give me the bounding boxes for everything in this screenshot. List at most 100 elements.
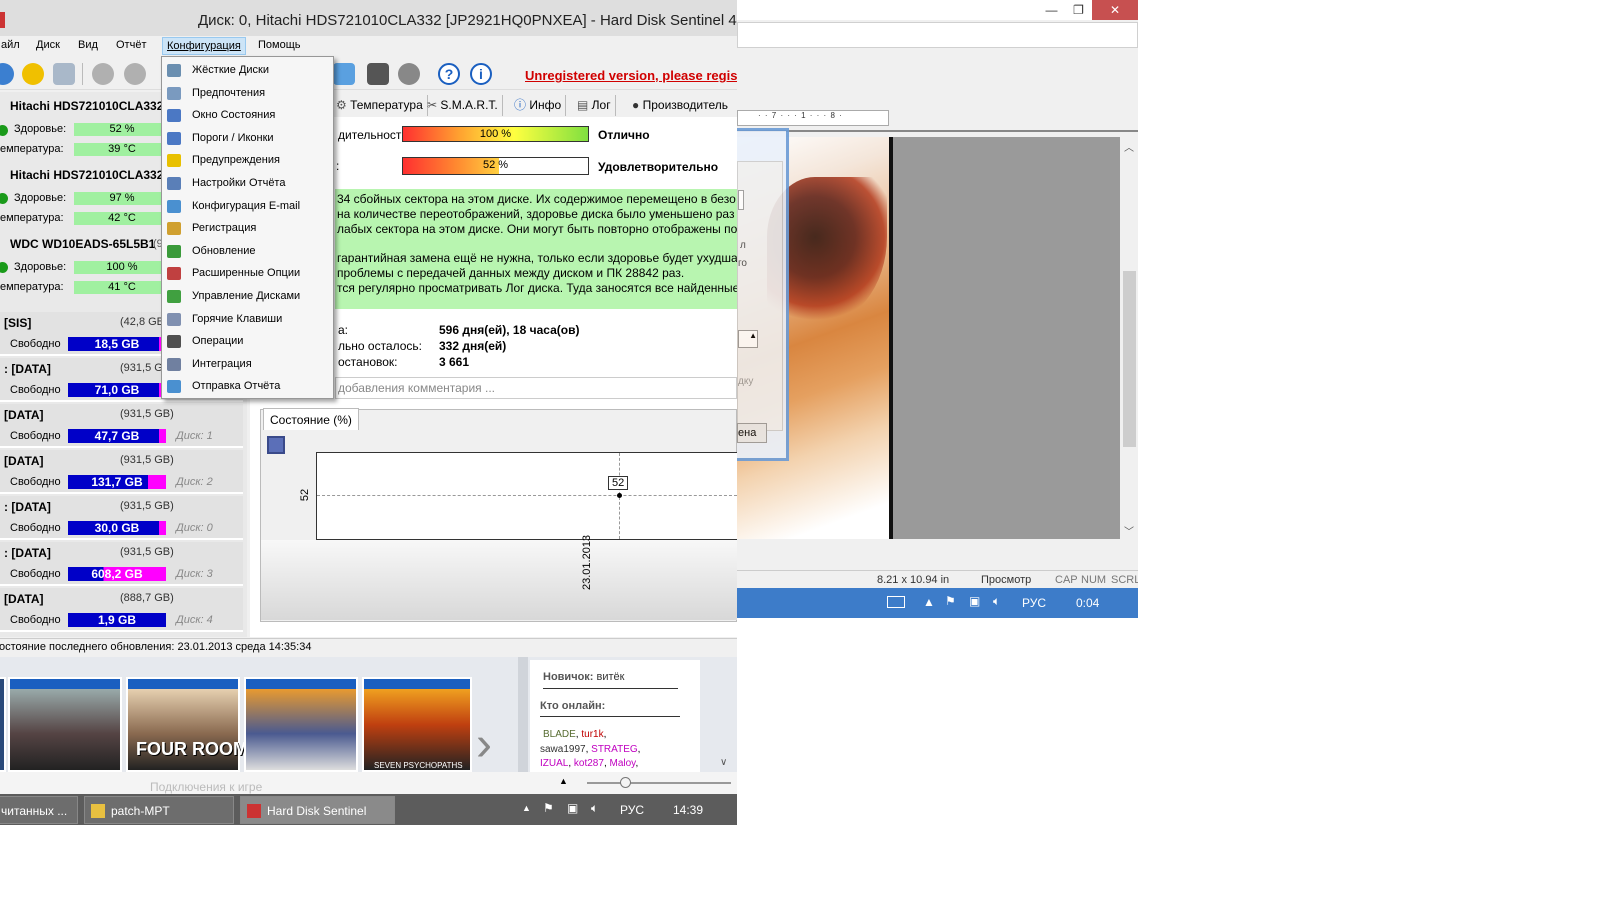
scroll-up-icon[interactable]: ︿: [1124, 139, 1134, 154]
menu-item-advanced-options[interactable]: Расширенные Опции: [162, 262, 333, 285]
next-arrow-icon[interactable]: ›: [476, 717, 492, 772]
comment-input[interactable]: добавления комментария ...: [335, 377, 737, 399]
clock[interactable]: 0:04: [1076, 596, 1099, 610]
language-indicator[interactable]: РУС: [1022, 596, 1046, 610]
menu-item-operations[interactable]: Операции: [162, 330, 333, 353]
volume-icon[interactable]: 🔈︎: [993, 594, 1000, 609]
menu-item-hotkeys[interactable]: Горячие Клавиши: [162, 308, 333, 331]
tab-manufacturer[interactable]: ● Производитель: [628, 95, 732, 116]
disk-entry[interactable]: WDC WD10EADS-65L5B1 (9 Здоровье: 100 % е…: [0, 228, 170, 296]
help-icon[interactable]: ?: [438, 63, 460, 85]
disk-icon[interactable]: [53, 63, 75, 85]
menu-item-status-window[interactable]: Окно Состояния: [162, 104, 333, 127]
flag-icon[interactable]: ⚑: [945, 594, 956, 608]
flag-icon[interactable]: ⚑: [543, 801, 554, 815]
user-link[interactable]: sawa1997: [540, 744, 586, 755]
user-link[interactable]: BLADE: [543, 729, 576, 740]
menu-configuration[interactable]: Конфигурация: [162, 37, 246, 55]
menu-item-report-settings[interactable]: Настройки Отчёта: [162, 172, 333, 195]
zoom-slider[interactable]: [587, 782, 731, 784]
menu-help[interactable]: Помощь: [254, 39, 305, 51]
menu-item-integration[interactable]: Интеграция: [162, 353, 333, 376]
info-icon[interactable]: i: [470, 63, 492, 85]
volume-icon[interactable]: 🔈︎: [591, 801, 598, 816]
menu-item-update[interactable]: Обновление: [162, 240, 333, 263]
partition-entry[interactable]: [DATA] (931,5 GB) Свободно 131,7 GB Диск…: [0, 450, 243, 494]
menu-item-email-config[interactable]: Конфигурация E-mail: [162, 195, 333, 218]
zoom-slider-thumb[interactable]: [620, 777, 631, 788]
free-space-value: 47,7 GB: [94, 429, 140, 443]
collapse-icon[interactable]: ▲: [559, 776, 568, 786]
menu-item-preferences[interactable]: Предпочтения: [162, 82, 333, 105]
menu-report[interactable]: Отчёт: [112, 39, 150, 51]
dialog-field[interactable]: [738, 190, 744, 210]
partition-entry[interactable]: : [DATA] (931,5 GB) Свободно 30,0 GB Дис…: [0, 496, 243, 540]
user-link[interactable]: STRATEG: [591, 744, 637, 755]
scroll-down-icon[interactable]: ∨: [720, 757, 727, 768]
close-button[interactable]: ✕: [1092, 0, 1138, 20]
bg-titlebar: — ❐ ✕: [737, 0, 1138, 20]
warning-icon[interactable]: [22, 63, 44, 85]
poster[interactable]: [8, 677, 122, 772]
scroll-down-icon[interactable]: ﹀: [1124, 523, 1134, 538]
user-link[interactable]: tur1k: [581, 729, 603, 740]
bg-address-bar[interactable]: [737, 22, 1138, 48]
report-icon[interactable]: [367, 63, 389, 85]
menu-item-disk-management[interactable]: Управление Дисками: [162, 285, 333, 308]
save-icon[interactable]: [267, 436, 285, 454]
tab-smart[interactable]: ✂ S.M.A.R.T.: [423, 95, 503, 116]
tab-log[interactable]: ▤ Лог: [573, 95, 616, 116]
keyboard-icon[interactable]: [887, 596, 905, 608]
disk-entry[interactable]: Hitachi HDS721010CLA332 Здоровье: 52 % е…: [0, 92, 170, 160]
clock[interactable]: 14:39: [673, 803, 703, 817]
test2-icon[interactable]: [124, 63, 146, 85]
menu-item-registration[interactable]: Регистрация: [162, 217, 333, 240]
disk-index: Диск: 3: [176, 568, 213, 580]
menu-file[interactable]: айл: [0, 39, 24, 51]
partition-entry[interactable]: : [DATA] (931,5 GB) Свободно 608,2 GB Ди…: [0, 542, 243, 586]
monitor-icon[interactable]: [333, 63, 355, 85]
unregistered-link[interactable]: Unregistered version, please regis: [525, 68, 737, 83]
user-link[interactable]: kot287: [574, 758, 604, 769]
poster[interactable]: SEVEN PSYCHOPATHS: [362, 677, 472, 772]
disk-entry[interactable]: Hitachi HDS721010CLA332 Здоровье: 97 % е…: [0, 160, 170, 228]
tray-expand-icon[interactable]: ▲: [522, 803, 531, 813]
poster[interactable]: [244, 677, 358, 772]
temperature-value: 42 °C: [74, 212, 170, 225]
poster[interactable]: [0, 677, 6, 772]
poster[interactable]: FOUR ROOMS: [126, 677, 260, 772]
language-indicator[interactable]: РУС: [620, 803, 644, 817]
scroll-thumb[interactable]: [1123, 271, 1136, 447]
sound-icon[interactable]: [398, 63, 420, 85]
menu-disk[interactable]: Диск: [32, 39, 64, 51]
partition-entry[interactable]: [DATA] (888,7 GB) Свободно 1,9 GB Диск: …: [0, 588, 243, 632]
dialog-spinner[interactable]: ▲: [738, 330, 758, 348]
taskbar-item[interactable]: читанных ...: [0, 796, 78, 824]
tab-temperature[interactable]: ⚙ Температура: [332, 95, 428, 116]
user-link[interactable]: IZUAL: [540, 758, 568, 769]
refresh-icon[interactable]: [0, 63, 14, 85]
taskbar-item-active[interactable]: Hard Disk Sentinel: [240, 796, 395, 824]
restore-button[interactable]: ❐: [1065, 0, 1092, 20]
menu-item-thresholds-icons[interactable]: Пороги / Иконки: [162, 127, 333, 150]
used-space-marker: [159, 429, 166, 443]
partition-entry[interactable]: [DATA] (931,5 GB) Свободно 47,7 GB Диск:…: [0, 404, 243, 448]
y-tick-label: 52: [299, 488, 312, 502]
chart-tab[interactable]: Состояние (%): [263, 408, 359, 430]
test-icon[interactable]: [92, 63, 114, 85]
dialog-cancel-button[interactable]: ена: [737, 423, 767, 443]
minimize-button[interactable]: —: [1038, 0, 1065, 20]
document-view[interactable]: [737, 137, 1120, 539]
status-window-icon: [167, 109, 181, 123]
menu-item-hard-disks[interactable]: Жёсткие Диски: [162, 59, 333, 82]
menu-view[interactable]: Вид: [74, 39, 102, 51]
vertical-scrollbar[interactable]: ︿ ﹀: [1121, 137, 1138, 539]
tab-info[interactable]: ⓘ Инфо: [510, 95, 567, 116]
network-icon[interactable]: ▣: [969, 594, 980, 608]
menu-item-send-report[interactable]: Отправка Отчёта: [162, 375, 333, 398]
user-link[interactable]: Maloy: [610, 758, 636, 769]
tray-expand-icon[interactable]: ▲: [923, 595, 935, 609]
taskbar-item[interactable]: patch-MPT: [84, 796, 234, 824]
menu-item-warnings[interactable]: Предупреждения: [162, 149, 333, 172]
network-icon[interactable]: ▣: [567, 801, 578, 815]
